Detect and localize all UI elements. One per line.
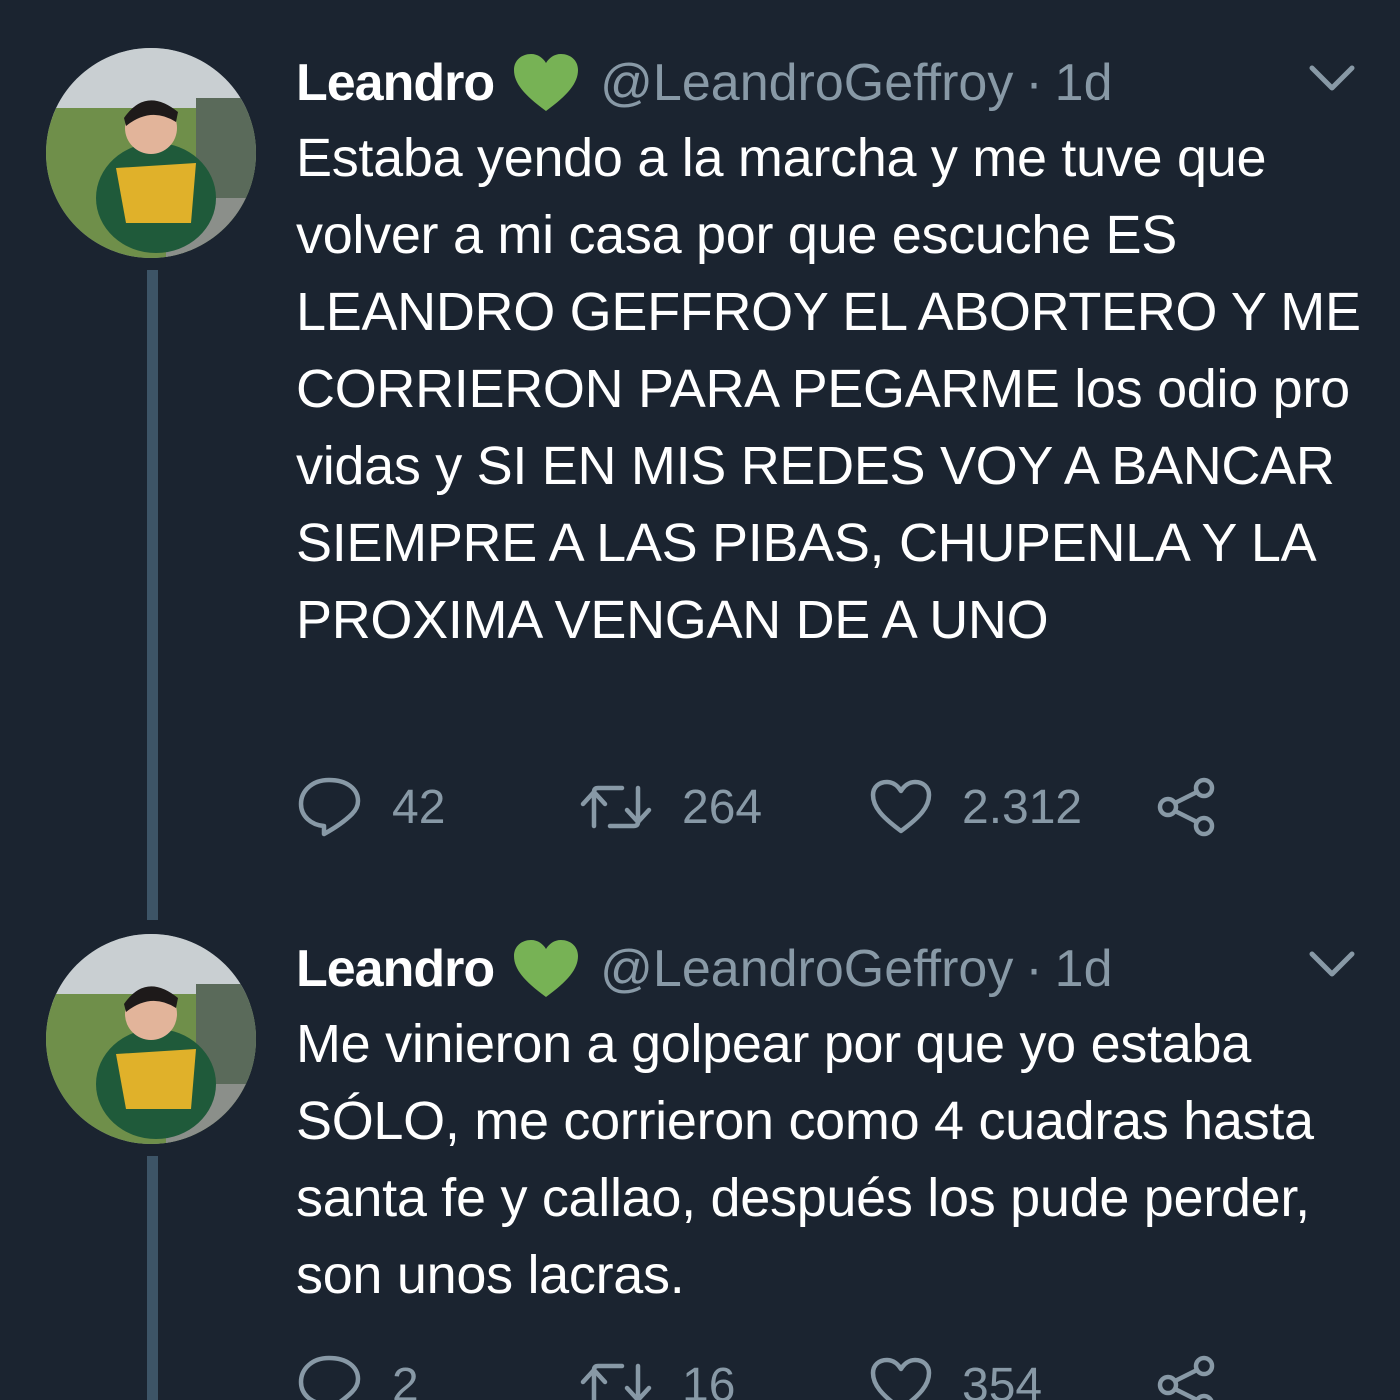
like-count: 2.312: [962, 780, 1083, 834]
avatar-photo: [46, 48, 256, 258]
share-icon: [1157, 777, 1215, 837]
separator-dot: ·: [1025, 940, 1043, 998]
tweet-text: Me vinieron a golpear por que yo estaba …: [296, 1014, 1314, 1305]
reply-count: 2: [392, 1358, 419, 1400]
tweet-text: Estaba yendo a la marcha y me tuve que v…: [296, 128, 1361, 650]
share-button[interactable]: [1156, 772, 1218, 842]
tweet-header: Leandro @LeandroGeffroy · 1d: [296, 48, 1113, 118]
username[interactable]: @LeandroGeffroy: [600, 53, 1013, 113]
retweet-button[interactable]: 264: [580, 772, 762, 842]
like-count: 354: [962, 1358, 1043, 1400]
heart-outline-icon: [870, 1357, 932, 1400]
tweet-actions: 42 264 2.312: [296, 772, 1296, 842]
share-icon: [1157, 1355, 1215, 1400]
avatar-photo: [46, 934, 256, 1144]
chevron-down-icon[interactable]: [1308, 62, 1356, 96]
reply-icon: [298, 1355, 361, 1400]
reply-button[interactable]: 2: [296, 1350, 419, 1400]
retweet-icon: [580, 1363, 652, 1400]
timestamp[interactable]: 1d: [1055, 53, 1113, 113]
tweet[interactable]: Leandro @LeandroGeffroy · 1d Estaba yend…: [0, 0, 1400, 920]
username[interactable]: @LeandroGeffroy: [600, 939, 1013, 999]
green-heart-icon: [514, 940, 579, 997]
thread-line: [147, 270, 158, 920]
heart-outline-icon: [870, 779, 932, 834]
retweet-icon: [580, 785, 652, 829]
display-name[interactable]: Leandro: [296, 939, 495, 999]
display-name[interactable]: Leandro: [296, 53, 495, 113]
reply-icon: [298, 777, 361, 837]
tweet-header: Leandro @LeandroGeffroy · 1d: [296, 934, 1113, 1004]
tweet[interactable]: Leandro @LeandroGeffroy · 1d Me vinieron…: [0, 886, 1400, 1400]
avatar[interactable]: [46, 934, 256, 1144]
like-button[interactable]: 2.312: [870, 772, 1082, 842]
like-button[interactable]: 354: [870, 1350, 1042, 1400]
retweet-button[interactable]: 16: [580, 1350, 735, 1400]
share-button[interactable]: [1156, 1350, 1218, 1400]
separator-dot: ·: [1025, 54, 1043, 112]
tweet-actions: 2 16 354: [296, 1350, 1296, 1400]
green-heart-icon: [514, 54, 579, 111]
thread-line: [147, 1156, 158, 1400]
reply-button[interactable]: 42: [296, 772, 445, 842]
avatar[interactable]: [46, 48, 256, 258]
timeline: Leandro @LeandroGeffroy · 1d Estaba yend…: [0, 0, 1400, 1400]
timestamp[interactable]: 1d: [1055, 939, 1113, 999]
retweet-count: 264: [682, 780, 763, 834]
chevron-down-icon[interactable]: [1308, 948, 1356, 982]
retweet-count: 16: [682, 1358, 736, 1400]
reply-count: 42: [392, 780, 446, 834]
